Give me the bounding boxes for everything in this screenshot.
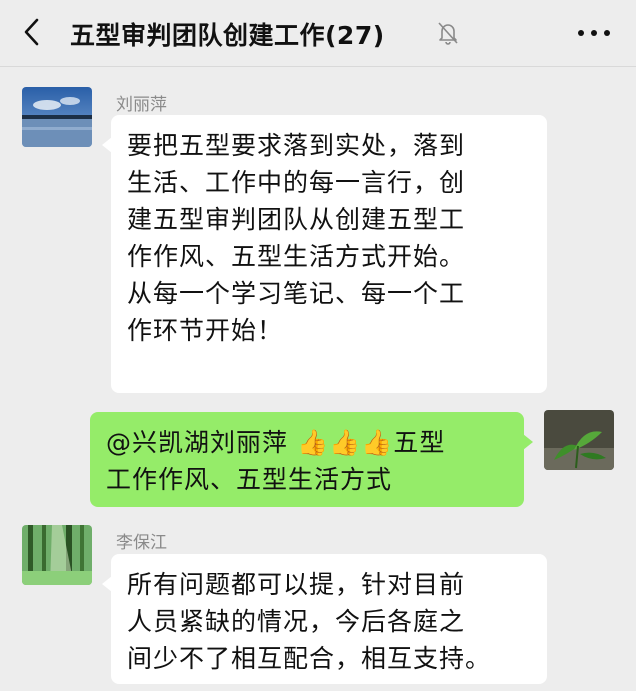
more-button[interactable] <box>574 18 614 48</box>
chat-title: 五型审判团队创建工作(27) <box>70 21 385 50</box>
chat-header: 五型审判团队创建工作(27) <box>0 0 636 67</box>
message-line: 建五型审判团队从创建五型工 <box>127 205 466 234</box>
message-line: 生活、工作中的每一言行，创 <box>127 168 466 197</box>
message-line: 人员紧缺的情况，今后各庭之 <box>127 607 466 636</box>
message-line: 工作作风、五型生活方式 <box>106 465 393 494</box>
bell-off-icon <box>438 22 458 45</box>
message-line: @兴凯湖刘丽萍 👍👍👍五型 <box>106 428 446 457</box>
chevron-left-icon <box>24 18 39 46</box>
forest-landscape-avatar <box>22 525 92 585</box>
plant-leaves-avatar <box>544 410 614 470</box>
message-line: 从每一个学习笔记、每一个工 <box>127 279 466 308</box>
message-line: 间少不了相互配合，相互支持。 <box>127 644 492 673</box>
message-line: 要把五型要求落到实处，落到 <box>127 131 466 160</box>
avatar-liuliping[interactable] <box>22 87 92 147</box>
lake-landscape-avatar <box>22 87 92 147</box>
message-line: 作作风、五型生活方式开始。 <box>127 242 466 271</box>
avatar-libaojiang[interactable] <box>22 525 92 585</box>
back-button[interactable] <box>14 14 50 50</box>
message-line: 所有问题都可以提，针对目前 <box>127 570 466 599</box>
more-icon <box>578 30 610 36</box>
avatar-self[interactable] <box>544 410 614 470</box>
sender-name: 李保江 <box>116 533 167 553</box>
message-bubble[interactable]: 要把五型要求落到实处，落到 生活、工作中的每一言行，创 建五型审判团队从创建五型… <box>102 115 547 393</box>
sender-name: 刘丽萍 <box>116 95 167 115</box>
message-bubble[interactable]: 所有问题都可以提，针对目前 人员紧缺的情况，今后各庭之 间少不了相互配合，相互支… <box>102 554 547 684</box>
message-line: 作环节开始！ <box>127 316 284 345</box>
message-bubble-outgoing[interactable]: @兴凯湖刘丽萍 👍👍👍五型 工作作风、五型生活方式 <box>90 412 533 507</box>
